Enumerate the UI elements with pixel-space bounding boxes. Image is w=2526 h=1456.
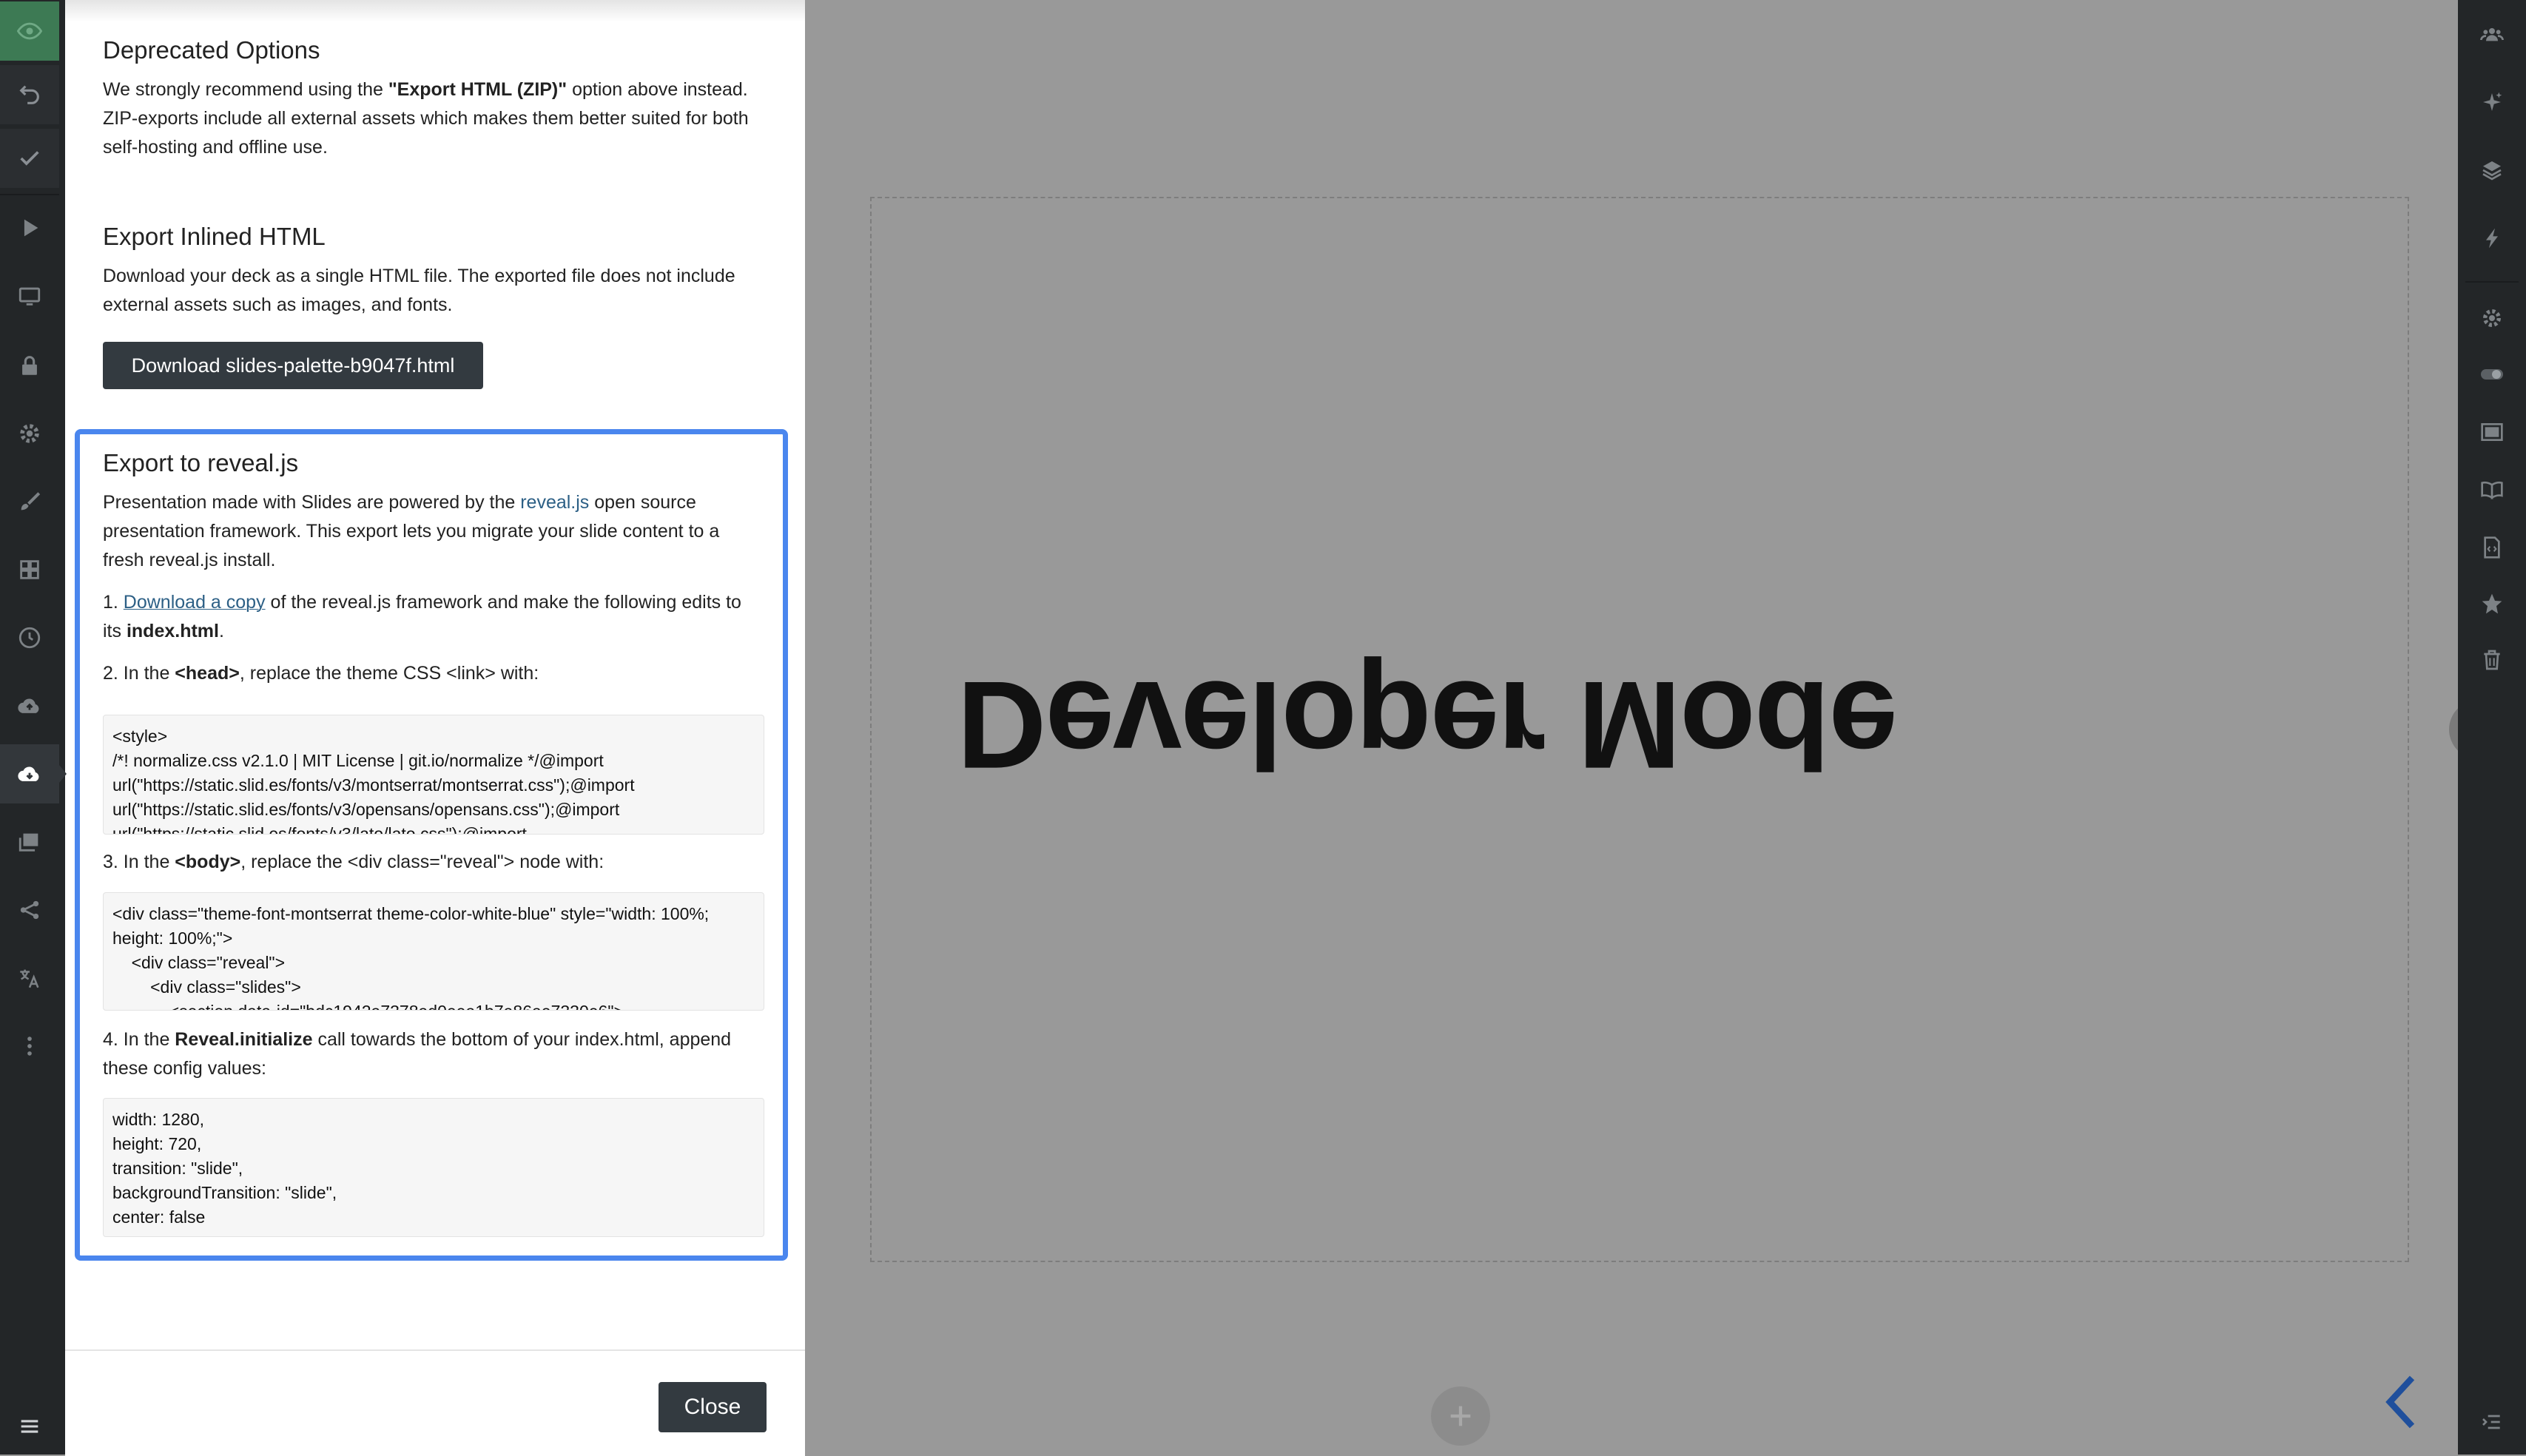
section-title: Deprecated Options <box>103 36 320 64</box>
translate-icon <box>20 969 39 988</box>
gear-icon <box>20 424 39 443</box>
share-button[interactable] <box>0 880 59 940</box>
config-values-code-block[interactable]: width: 1280, height: 720, transition: "s… <box>103 1098 764 1237</box>
previous-slide-button[interactable] <box>2375 1369 2427 1435</box>
cloud-upload-icon <box>18 698 39 713</box>
reveal-js-link[interactable]: reveal.js <box>520 492 589 513</box>
toolbar-divider <box>2465 281 2519 283</box>
layers-button[interactable] <box>2458 142 2526 198</box>
share-icon <box>20 900 39 920</box>
export-inlined-html-section: Export Inlined HTML Download your deck a… <box>103 220 754 320</box>
brush-icon <box>21 492 41 510</box>
chevron-left-icon <box>2385 1375 2415 1429</box>
revisions-button[interactable] <box>0 608 59 667</box>
export-button[interactable] <box>0 744 67 803</box>
privacy-button[interactable] <box>0 336 59 395</box>
save-button[interactable] <box>0 129 59 188</box>
slide-layout-icon <box>2481 423 2503 441</box>
left-toolbar <box>0 0 67 1456</box>
plus-icon <box>1450 1406 1471 1426</box>
eye-icon <box>17 22 42 40</box>
import-button[interactable] <box>0 676 59 735</box>
slide-layout-button[interactable] <box>2458 404 2526 460</box>
add-slide-below-button[interactable] <box>1431 1386 1490 1446</box>
step-3: 3. In the <body>, replace the <div class… <box>103 848 754 877</box>
settings-button[interactable] <box>0 404 59 463</box>
section-description: Download your deck as a single HTML file… <box>103 266 735 315</box>
slide-html-button[interactable] <box>2458 519 2526 576</box>
favorite-button[interactable] <box>2458 576 2526 632</box>
body-markup-code-block[interactable]: <div class="theme-font-montserrat theme-… <box>103 892 764 1011</box>
toolbar-divider <box>0 194 59 195</box>
step-2-text: 2. In the <head>, replace the theme CSS … <box>103 663 539 684</box>
sparkle-icon <box>2483 92 2502 111</box>
speaker-view-button[interactable] <box>0 266 59 326</box>
slide-settings-button[interactable] <box>2458 290 2526 346</box>
check-icon <box>20 151 39 166</box>
head-css-code-block[interactable]: <style> /*! normalize.css v2.1.0 | MIT L… <box>103 715 764 835</box>
cloud-download-icon <box>18 766 39 781</box>
export-panel-content[interactable]: Deprecated Options We strongly recommend… <box>65 0 805 1349</box>
menu-icon <box>21 1420 38 1433</box>
code-file-icon <box>2484 536 2500 559</box>
section-description: Presentation made with Slides are powere… <box>103 492 720 570</box>
section-title: Export Inlined HTML <box>103 223 326 250</box>
slide-text-block[interactable]: Developer Mode <box>872 651 1981 799</box>
undo-button[interactable] <box>0 65 59 124</box>
collaborators-button[interactable] <box>2458 6 2526 62</box>
translate-button[interactable] <box>0 948 59 1008</box>
step-4: 4. In the Reveal.initialize call towards… <box>103 1025 754 1083</box>
gear-icon <box>2483 309 2501 327</box>
users-icon <box>2480 28 2504 41</box>
close-button[interactable]: Close <box>659 1382 767 1432</box>
grid-icon <box>20 560 39 579</box>
trash-icon <box>2484 650 2500 670</box>
section-title: Export to reveal.js <box>103 449 299 476</box>
toggle-icon <box>2481 369 2503 380</box>
clock-icon <box>18 627 41 649</box>
theme-button[interactable] <box>0 472 59 531</box>
deprecated-options-section: Deprecated Options We strongly recommend… <box>103 34 754 162</box>
step-1-text: 1. Download a copy of the reveal.js fram… <box>103 592 741 641</box>
arrange-button[interactable] <box>0 540 59 599</box>
ai-assist-button[interactable] <box>2458 74 2526 130</box>
undo-icon <box>19 85 39 104</box>
present-button[interactable] <box>0 198 59 257</box>
step-3-text: 3. In the <body>, replace the <div class… <box>103 852 604 872</box>
right-toolbar <box>2458 0 2526 1455</box>
download-copy-link[interactable]: Download a copy <box>124 592 266 613</box>
section-description: We strongly recommend using the "Export … <box>103 79 749 158</box>
main-menu-button[interactable] <box>0 1397 59 1456</box>
visibility-toggle[interactable] <box>2458 346 2526 402</box>
book-icon <box>2481 481 2503 500</box>
notes-button[interactable] <box>2458 462 2526 518</box>
step-4-text: 4. In the Reveal.initialize call towards… <box>103 1029 732 1079</box>
star-icon <box>2482 593 2502 614</box>
lightning-icon <box>2486 228 2498 249</box>
export-reveal-section: Export to reveal.js Presentation made wi… <box>103 447 754 688</box>
delete-slide-button[interactable] <box>2458 632 2526 688</box>
more-vertical-icon <box>27 1037 32 1056</box>
export-panel-footer: Close <box>65 1349 805 1456</box>
layers-icon <box>2482 161 2502 181</box>
animations-button[interactable] <box>2458 210 2526 266</box>
media-button[interactable] <box>0 812 59 872</box>
collapse-icon <box>2482 1415 2500 1429</box>
monitor-icon <box>18 287 41 306</box>
export-panel: Deprecated Options We strongly recommend… <box>65 0 805 1456</box>
images-icon <box>18 833 38 852</box>
preview-button[interactable] <box>0 1 59 61</box>
more-button[interactable] <box>0 1017 59 1076</box>
download-inlined-html-button[interactable]: Download slides-palette-b9047f.html <box>103 342 483 389</box>
collapse-sidebar-button[interactable] <box>2458 1394 2526 1450</box>
lock-icon <box>22 356 37 375</box>
play-icon <box>24 219 38 237</box>
